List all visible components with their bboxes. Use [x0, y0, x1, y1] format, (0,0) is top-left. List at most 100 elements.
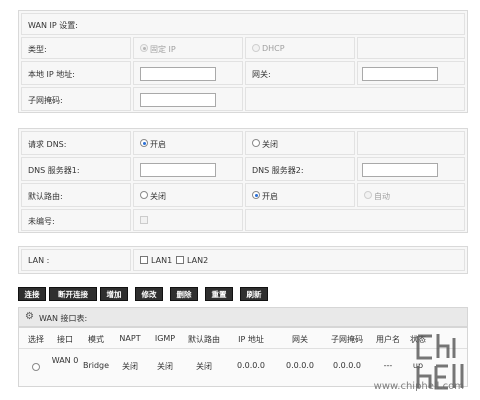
- row-interface: WAN 0: [51, 356, 79, 365]
- unnumbered-checkbox[interactable]: [140, 216, 148, 224]
- row-napt: 关闭: [122, 362, 138, 371]
- gateway-input[interactable]: [362, 67, 438, 81]
- wan-table: 选择 接口 模式 NAPT IGMP 默认路由 IP 地址 网关 子网掩码 用户…: [18, 327, 468, 387]
- local-ip-label-cell: 本地 IP 地址:: [21, 61, 131, 85]
- gear-icon: ⚙: [25, 311, 34, 322]
- col-igmp: IGMP: [154, 334, 176, 343]
- subnet-empty-cell: [245, 87, 465, 111]
- wan-table-column-row: 选择 接口 模式 NAPT IGMP 默认路由 IP 地址 网关 子网掩码 用户…: [19, 328, 467, 349]
- gateway-label-cell: 网关:: [245, 61, 355, 85]
- row-username: ---: [383, 361, 393, 370]
- default-route-label: 默认路由:: [28, 192, 63, 201]
- wan-ip-section-title: WAN IP 设置:: [28, 21, 78, 30]
- type-empty-cell: [357, 37, 465, 59]
- col-ip: IP 地址: [238, 335, 264, 344]
- request-dns-label-cell: 请求 DNS:: [21, 131, 131, 155]
- gateway-input-cell: [357, 61, 465, 85]
- modify-button[interactable]: 修改: [135, 287, 163, 301]
- lan-options-cell: LAN1 LAN2: [133, 249, 465, 271]
- dns2-input[interactable]: [362, 163, 438, 177]
- dhcp-label: DHCP: [262, 44, 285, 53]
- dns-on-label: 开启: [150, 140, 166, 149]
- dns-empty-cell: [357, 131, 465, 155]
- wan-table-title: WAN 接口表:: [39, 314, 88, 323]
- row-subnet: 0.0.0.0: [333, 361, 361, 370]
- row-mode: Bridge: [82, 361, 110, 370]
- disconnect-button[interactable]: 断开连接: [49, 287, 97, 301]
- connect-button[interactable]: 连接: [18, 287, 46, 301]
- dns-on-radio[interactable]: [140, 139, 148, 147]
- local-ip-input[interactable]: [140, 67, 216, 81]
- route-off-cell: 关闭: [133, 183, 243, 207]
- lan2-label: LAN2: [187, 256, 209, 265]
- col-napt: NAPT: [119, 334, 141, 343]
- static-ip-radio[interactable]: [140, 44, 148, 52]
- dns1-input-cell: [133, 157, 243, 181]
- lan2-checkbox[interactable]: [176, 256, 184, 264]
- route-off-label: 关闭: [150, 192, 166, 201]
- delete-button[interactable]: 删除: [170, 287, 198, 301]
- route-off-radio[interactable]: [140, 191, 148, 199]
- gateway-label: 网关:: [252, 70, 271, 79]
- col-select: 选择: [28, 335, 44, 344]
- unnumbered-empty-cell: [245, 209, 465, 231]
- local-ip-label: 本地 IP 地址:: [28, 70, 75, 79]
- subnet-label: 子网掩码:: [28, 96, 63, 105]
- lan1-checkbox[interactable]: [140, 256, 148, 264]
- row-gateway: 0.0.0.0: [286, 361, 314, 370]
- route-on-label: 开启: [262, 192, 278, 201]
- request-dns-label: 请求 DNS:: [28, 140, 67, 149]
- col-subnet: 子网掩码: [331, 335, 363, 344]
- dns-off-label: 关闭: [262, 140, 278, 149]
- lan-panel: LAN : LAN1 LAN2: [18, 246, 468, 274]
- watermark-text: www.chiphell.com: [373, 381, 464, 392]
- refresh-button[interactable]: 刷新: [240, 287, 268, 301]
- unnumbered-check-cell: [133, 209, 243, 231]
- wan-table-header-bar: ⚙ WAN 接口表:: [18, 307, 468, 327]
- dns1-label: DNS 服务器1:: [28, 166, 80, 175]
- static-ip-label: 固定 IP: [150, 45, 176, 54]
- row-default-route: 关闭: [196, 362, 212, 371]
- route-auto-radio[interactable]: [364, 191, 372, 199]
- static-ip-cell: 固定 IP: [133, 37, 243, 59]
- dns2-label: DNS 服务器2:: [252, 166, 304, 175]
- lan-label-cell: LAN :: [21, 249, 131, 271]
- dns-off-radio[interactable]: [252, 139, 260, 147]
- row-ip: 0.0.0.0: [237, 361, 265, 370]
- lan1-label: LAN1: [151, 256, 173, 265]
- reset-button[interactable]: 重置: [205, 287, 233, 301]
- dhcp-radio[interactable]: [252, 44, 260, 52]
- lan-label: LAN :: [28, 256, 50, 265]
- dhcp-cell: DHCP: [245, 37, 355, 59]
- col-default-route: 默认路由: [188, 335, 220, 344]
- row-igmp: 关闭: [157, 362, 173, 371]
- unnumbered-label-cell: 未编号:: [21, 209, 131, 231]
- col-mode: 模式: [88, 335, 104, 344]
- route-on-cell: 开启: [245, 183, 355, 207]
- local-ip-input-cell: [133, 61, 243, 85]
- dns2-label-cell: DNS 服务器2:: [245, 157, 355, 181]
- unnumbered-label: 未编号:: [28, 217, 55, 226]
- dns-off-cell: 关闭: [245, 131, 355, 155]
- col-gateway: 网关: [292, 335, 308, 344]
- wan-ip-panel: WAN IP 设置: 类型: 固定 IP DHCP 本地 IP 地址: 网关: …: [18, 10, 468, 113]
- route-on-radio[interactable]: [252, 191, 260, 199]
- wan-ip-title-row: WAN IP 设置:: [21, 13, 465, 35]
- col-username: 用户名: [376, 335, 400, 344]
- dns2-input-cell: [357, 157, 465, 181]
- row-select-radio[interactable]: [32, 363, 40, 371]
- default-route-label-cell: 默认路由:: [21, 183, 131, 207]
- route-auto-cell: 自动: [357, 183, 465, 207]
- type-label-cell: 类型:: [21, 37, 131, 59]
- dns-panel: 请求 DNS: 开启 关闭 DNS 服务器1: DNS 服务器2: 默认路由: …: [18, 128, 468, 233]
- col-interface: 接口: [57, 335, 73, 344]
- dns1-input[interactable]: [140, 163, 216, 177]
- add-button[interactable]: 增加: [100, 287, 128, 301]
- subnet-label-cell: 子网掩码:: [21, 87, 131, 111]
- subnet-input-cell: [133, 87, 243, 111]
- subnet-input[interactable]: [140, 93, 216, 107]
- route-auto-label: 自动: [374, 192, 390, 201]
- dns1-label-cell: DNS 服务器1:: [21, 157, 131, 181]
- dns-on-cell: 开启: [133, 131, 243, 155]
- type-label: 类型:: [28, 45, 47, 54]
